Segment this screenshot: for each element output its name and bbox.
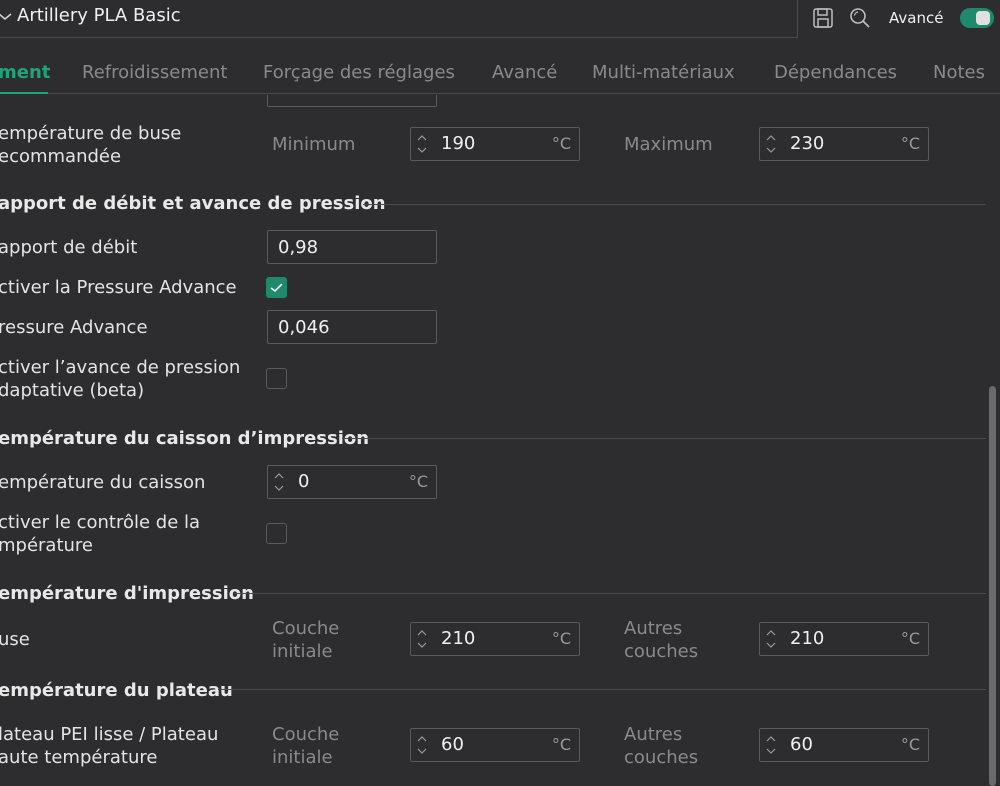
stepper-arrows-icon[interactable] — [765, 628, 777, 650]
flow-ratio-value: 0,98 — [278, 237, 319, 258]
nozzle-initial-value: 210 — [441, 628, 476, 649]
chamber-control-label-2: mpérature — [0, 535, 94, 556]
stepper-arrows-icon[interactable] — [416, 628, 428, 650]
tab-advanced[interactable]: Avancé — [492, 62, 557, 83]
checkmark-icon — [270, 283, 283, 293]
settings-panel: empérature de buse ecommandée Minimum 19… — [0, 95, 990, 786]
section-title-print-temp: empérature d'impression — [0, 583, 254, 604]
chamber-temp-label: empérature du caisson — [0, 472, 206, 493]
other-layers-label-2: couches — [624, 641, 699, 662]
flow-ratio-input[interactable]: 0,98 — [267, 230, 437, 264]
unit-label: °C — [900, 735, 920, 754]
plate-label-2: aute température — [0, 747, 158, 768]
enable-pa-label: ctiver la Pressure Advance — [0, 277, 237, 298]
adaptive-pa-label-2: daptative (beta) — [0, 380, 145, 401]
initial-layer-label-1: Couche — [272, 618, 340, 639]
unit-label: °C — [408, 472, 428, 491]
tab-dependencies[interactable]: Dépendances — [774, 62, 897, 83]
stepper-arrows-icon[interactable] — [416, 734, 428, 756]
bed-initial-input[interactable]: 60 °C — [410, 728, 580, 762]
section-title-bed: empérature du plateau — [0, 680, 233, 701]
section-divider — [363, 204, 986, 205]
nozzle-label: use — [0, 629, 30, 650]
nozzle-max-input[interactable]: 230 °C — [759, 127, 929, 161]
chamber-control-checkbox[interactable] — [266, 523, 287, 544]
bed-other-input[interactable]: 60 °C — [759, 728, 929, 762]
unit-label: °C — [551, 134, 571, 153]
nozzle-initial-input[interactable]: 210 °C — [410, 622, 580, 656]
nozzle-other-value: 210 — [790, 628, 825, 649]
min-label: Minimum — [272, 134, 356, 155]
advanced-toggle[interactable] — [960, 8, 994, 28]
vertical-scrollbar[interactable] — [989, 386, 996, 786]
max-label: Maximum — [624, 134, 713, 155]
stepper-arrows-icon[interactable] — [416, 133, 428, 155]
tab-filament[interactable]: ment — [0, 62, 50, 83]
section-title-flow: apport de débit et avance de pression — [0, 193, 386, 214]
preset-selector[interactable]: Artillery PLA Basic — [0, 0, 798, 38]
chevron-down-icon[interactable] — [0, 8, 12, 24]
advanced-label: Avancé — [889, 9, 944, 27]
chamber-control-label-1: ctiver le contrôle de la — [0, 512, 201, 533]
stepper-arrows-icon[interactable] — [765, 734, 777, 756]
tab-cooling[interactable]: Refroidissement — [82, 62, 227, 83]
unit-label: °C — [900, 134, 920, 153]
initial-layer-label-2: initiale — [272, 747, 333, 768]
section-title-chamber: empérature du caisson d’impression — [0, 428, 370, 449]
enable-pa-checkbox[interactable] — [266, 277, 287, 298]
tab-overrides[interactable]: Forçage des réglages — [263, 62, 455, 83]
nozzle-other-input[interactable]: 210 °C — [759, 622, 929, 656]
search-icon[interactable] — [849, 7, 871, 29]
bed-initial-value: 60 — [441, 734, 464, 755]
other-layers-label-1: Autres — [624, 724, 683, 745]
partial-field[interactable] — [267, 95, 437, 107]
unit-label: °C — [900, 629, 920, 648]
chamber-temp-input[interactable]: 0 °C — [267, 465, 437, 499]
unit-label: °C — [551, 629, 571, 648]
nozzle-min-value: 190 — [441, 133, 476, 154]
stepper-arrows-icon[interactable] — [765, 133, 777, 155]
adaptive-pa-checkbox[interactable] — [266, 368, 287, 389]
flow-ratio-label: apport de débit — [0, 237, 138, 258]
chamber-temp-value: 0 — [298, 471, 310, 492]
section-divider — [218, 689, 986, 690]
save-icon[interactable] — [812, 7, 834, 29]
section-divider — [234, 593, 986, 594]
active-tab-underline — [0, 92, 48, 94]
stepper-arrows-icon[interactable] — [273, 471, 285, 493]
plate-label-1: lateau PEI lisse / Plateau — [0, 724, 219, 745]
pa-label: ressure Advance — [0, 317, 148, 338]
nozzle-min-input[interactable]: 190 °C — [410, 127, 580, 161]
pa-input[interactable]: 0,046 — [267, 310, 437, 344]
nozzle-range-label-2: ecommandée — [0, 146, 122, 167]
nozzle-max-value: 230 — [790, 133, 825, 154]
preset-name: Artillery PLA Basic — [17, 5, 181, 26]
section-divider — [342, 438, 986, 439]
bed-other-value: 60 — [790, 734, 813, 755]
unit-label: °C — [551, 735, 571, 754]
adaptive-pa-label-1: ctiver l’avance de pression — [0, 357, 241, 378]
tab-notes[interactable]: Notes — [933, 62, 985, 83]
preset-header: Artillery PLA Basic Avancé — [0, 0, 1000, 40]
initial-layer-label-2: initiale — [272, 641, 333, 662]
initial-layer-label-1: Couche — [272, 724, 340, 745]
other-layers-label-2: couches — [624, 747, 699, 768]
toggle-knob — [976, 11, 990, 25]
tab-multimaterial[interactable]: Multi-matériaux — [592, 62, 735, 83]
tab-bar: ment Refroidissement Forçage des réglage… — [0, 40, 1000, 94]
other-layers-label-1: Autres — [624, 618, 683, 639]
nozzle-range-label-1: empérature de buse — [0, 123, 182, 144]
pa-value: 0,046 — [278, 317, 330, 338]
